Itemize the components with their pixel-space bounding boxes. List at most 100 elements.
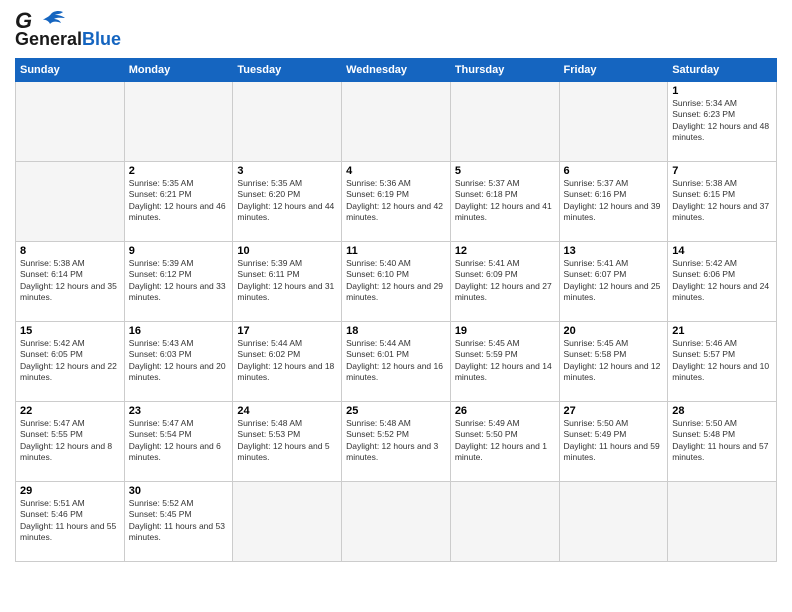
day-info: Sunrise: 5:42 AMSunset: 6:06 PMDaylight:… (672, 258, 772, 304)
col-thursday: Thursday (450, 58, 559, 81)
calendar-cell: 6Sunrise: 5:37 AMSunset: 6:16 PMDaylight… (559, 161, 668, 241)
day-info: Sunrise: 5:50 AMSunset: 5:49 PMDaylight:… (564, 418, 664, 464)
calendar-week-1: 2Sunrise: 5:35 AMSunset: 6:21 PMDaylight… (16, 161, 777, 241)
day-number: 3 (237, 165, 337, 177)
day-number: 17 (237, 325, 337, 337)
calendar-cell: 3Sunrise: 5:35 AMSunset: 6:20 PMDaylight… (233, 161, 342, 241)
calendar-cell (233, 481, 342, 561)
day-number: 23 (129, 405, 229, 417)
calendar-cell: 15Sunrise: 5:42 AMSunset: 6:05 PMDayligh… (16, 321, 125, 401)
day-number: 20 (564, 325, 664, 337)
col-friday: Friday (559, 58, 668, 81)
day-number: 1 (672, 85, 772, 97)
calendar-cell: 14Sunrise: 5:42 AMSunset: 6:06 PMDayligh… (668, 241, 777, 321)
col-monday: Monday (124, 58, 233, 81)
day-number: 13 (564, 245, 664, 257)
calendar-week-4: 22Sunrise: 5:47 AMSunset: 5:55 PMDayligh… (16, 401, 777, 481)
day-number: 25 (346, 405, 446, 417)
day-info: Sunrise: 5:44 AMSunset: 6:02 PMDaylight:… (237, 338, 337, 384)
calendar-cell: 27Sunrise: 5:50 AMSunset: 5:49 PMDayligh… (559, 401, 668, 481)
calendar-cell: 1Sunrise: 5:34 AMSunset: 6:23 PMDaylight… (668, 81, 777, 161)
calendar-cell: 7Sunrise: 5:38 AMSunset: 6:15 PMDaylight… (668, 161, 777, 241)
calendar-week-2: 8Sunrise: 5:38 AMSunset: 6:14 PMDaylight… (16, 241, 777, 321)
calendar-cell: 23Sunrise: 5:47 AMSunset: 5:54 PMDayligh… (124, 401, 233, 481)
day-info: Sunrise: 5:35 AMSunset: 6:20 PMDaylight:… (237, 178, 337, 224)
day-info: Sunrise: 5:35 AMSunset: 6:21 PMDaylight:… (129, 178, 229, 224)
calendar-cell (342, 481, 451, 561)
day-number: 21 (672, 325, 772, 337)
calendar-cell: 25Sunrise: 5:48 AMSunset: 5:52 PMDayligh… (342, 401, 451, 481)
day-number: 22 (20, 405, 120, 417)
day-number: 11 (346, 245, 446, 257)
col-sunday: Sunday (16, 58, 125, 81)
day-info: Sunrise: 5:37 AMSunset: 6:18 PMDaylight:… (455, 178, 555, 224)
day-info: Sunrise: 5:45 AMSunset: 5:58 PMDaylight:… (564, 338, 664, 384)
calendar-cell (16, 81, 125, 161)
day-info: Sunrise: 5:48 AMSunset: 5:53 PMDaylight:… (237, 418, 337, 464)
day-number: 18 (346, 325, 446, 337)
day-number: 10 (237, 245, 337, 257)
calendar-cell: 22Sunrise: 5:47 AMSunset: 5:55 PMDayligh… (16, 401, 125, 481)
calendar-body: 1Sunrise: 5:34 AMSunset: 6:23 PMDaylight… (16, 81, 777, 561)
day-number: 30 (129, 485, 229, 497)
calendar-cell: 21Sunrise: 5:46 AMSunset: 5:57 PMDayligh… (668, 321, 777, 401)
calendar-cell (16, 161, 125, 241)
header-row: Sunday Monday Tuesday Wednesday Thursday… (16, 58, 777, 81)
day-number: 7 (672, 165, 772, 177)
calendar-week-5: 29Sunrise: 5:51 AMSunset: 5:46 PMDayligh… (16, 481, 777, 561)
header: G General Blue (15, 10, 777, 50)
calendar-week-0: 1Sunrise: 5:34 AMSunset: 6:23 PMDaylight… (16, 81, 777, 161)
calendar-cell: 28Sunrise: 5:50 AMSunset: 5:48 PMDayligh… (668, 401, 777, 481)
calendar-cell: 11Sunrise: 5:40 AMSunset: 6:10 PMDayligh… (342, 241, 451, 321)
logo-text-blue: Blue (82, 30, 121, 50)
day-number: 5 (455, 165, 555, 177)
day-number: 4 (346, 165, 446, 177)
day-info: Sunrise: 5:38 AMSunset: 6:14 PMDaylight:… (20, 258, 120, 304)
day-number: 9 (129, 245, 229, 257)
calendar-cell: 19Sunrise: 5:45 AMSunset: 5:59 PMDayligh… (450, 321, 559, 401)
calendar-cell: 5Sunrise: 5:37 AMSunset: 6:18 PMDaylight… (450, 161, 559, 241)
day-info: Sunrise: 5:40 AMSunset: 6:10 PMDaylight:… (346, 258, 446, 304)
calendar-cell (124, 81, 233, 161)
day-number: 2 (129, 165, 229, 177)
day-number: 24 (237, 405, 337, 417)
logo-text-general: General (15, 30, 82, 50)
calendar-cell: 18Sunrise: 5:44 AMSunset: 6:01 PMDayligh… (342, 321, 451, 401)
day-info: Sunrise: 5:43 AMSunset: 6:03 PMDaylight:… (129, 338, 229, 384)
day-info: Sunrise: 5:34 AMSunset: 6:23 PMDaylight:… (672, 98, 772, 144)
calendar-cell: 8Sunrise: 5:38 AMSunset: 6:14 PMDaylight… (16, 241, 125, 321)
day-number: 28 (672, 405, 772, 417)
day-info: Sunrise: 5:48 AMSunset: 5:52 PMDaylight:… (346, 418, 446, 464)
calendar-cell: 20Sunrise: 5:45 AMSunset: 5:58 PMDayligh… (559, 321, 668, 401)
day-info: Sunrise: 5:42 AMSunset: 6:05 PMDaylight:… (20, 338, 120, 384)
day-number: 14 (672, 245, 772, 257)
day-info: Sunrise: 5:37 AMSunset: 6:16 PMDaylight:… (564, 178, 664, 224)
day-info: Sunrise: 5:41 AMSunset: 6:07 PMDaylight:… (564, 258, 664, 304)
calendar-cell (450, 481, 559, 561)
calendar-week-3: 15Sunrise: 5:42 AMSunset: 6:05 PMDayligh… (16, 321, 777, 401)
page-container: G General Blue Sunday Monday Tuesday Wed… (0, 0, 792, 572)
calendar-table: Sunday Monday Tuesday Wednesday Thursday… (15, 58, 777, 562)
day-info: Sunrise: 5:52 AMSunset: 5:45 PMDaylight:… (129, 498, 229, 544)
calendar-cell (559, 81, 668, 161)
calendar-cell: 4Sunrise: 5:36 AMSunset: 6:19 PMDaylight… (342, 161, 451, 241)
calendar-cell: 26Sunrise: 5:49 AMSunset: 5:50 PMDayligh… (450, 401, 559, 481)
day-number: 16 (129, 325, 229, 337)
calendar-cell: 17Sunrise: 5:44 AMSunset: 6:02 PMDayligh… (233, 321, 342, 401)
col-tuesday: Tuesday (233, 58, 342, 81)
day-number: 19 (455, 325, 555, 337)
calendar-cell: 2Sunrise: 5:35 AMSunset: 6:21 PMDaylight… (124, 161, 233, 241)
day-info: Sunrise: 5:50 AMSunset: 5:48 PMDaylight:… (672, 418, 772, 464)
calendar-cell (450, 81, 559, 161)
day-info: Sunrise: 5:49 AMSunset: 5:50 PMDaylight:… (455, 418, 555, 464)
day-info: Sunrise: 5:47 AMSunset: 5:55 PMDaylight:… (20, 418, 120, 464)
day-number: 15 (20, 325, 120, 337)
calendar-cell (342, 81, 451, 161)
logo: G General Blue (15, 10, 121, 50)
calendar-cell: 16Sunrise: 5:43 AMSunset: 6:03 PMDayligh… (124, 321, 233, 401)
day-info: Sunrise: 5:36 AMSunset: 6:19 PMDaylight:… (346, 178, 446, 224)
calendar-cell (233, 81, 342, 161)
calendar-cell: 29Sunrise: 5:51 AMSunset: 5:46 PMDayligh… (16, 481, 125, 561)
day-number: 8 (20, 245, 120, 257)
day-number: 27 (564, 405, 664, 417)
